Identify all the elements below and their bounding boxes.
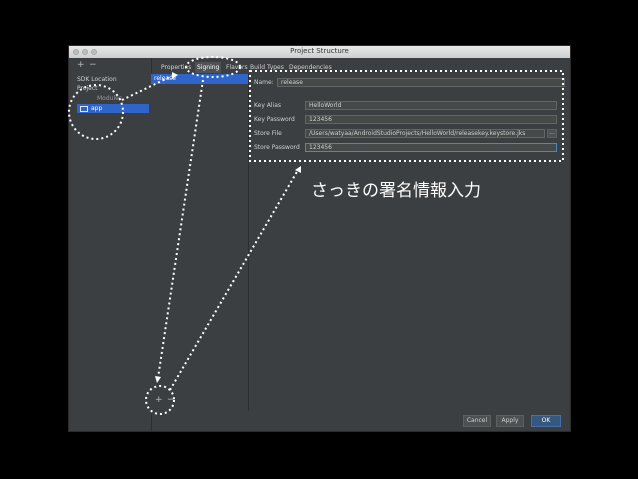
annotation-arrow-add-to-form — [169, 169, 299, 391]
annotation-overlay — [68, 56, 564, 415]
annotation-arrow-app-to-signing — [121, 75, 173, 101]
annotation-ellipse-signing-tab — [185, 56, 241, 78]
arrowhead-signing — [172, 72, 178, 79]
annotation-circle-add — [145, 385, 175, 415]
annotation-arrow-signing-to-add — [157, 79, 204, 379]
annotation-rect-form — [249, 70, 564, 162]
arrowhead-add — [155, 376, 161, 383]
annotation-circle-app — [68, 84, 124, 140]
